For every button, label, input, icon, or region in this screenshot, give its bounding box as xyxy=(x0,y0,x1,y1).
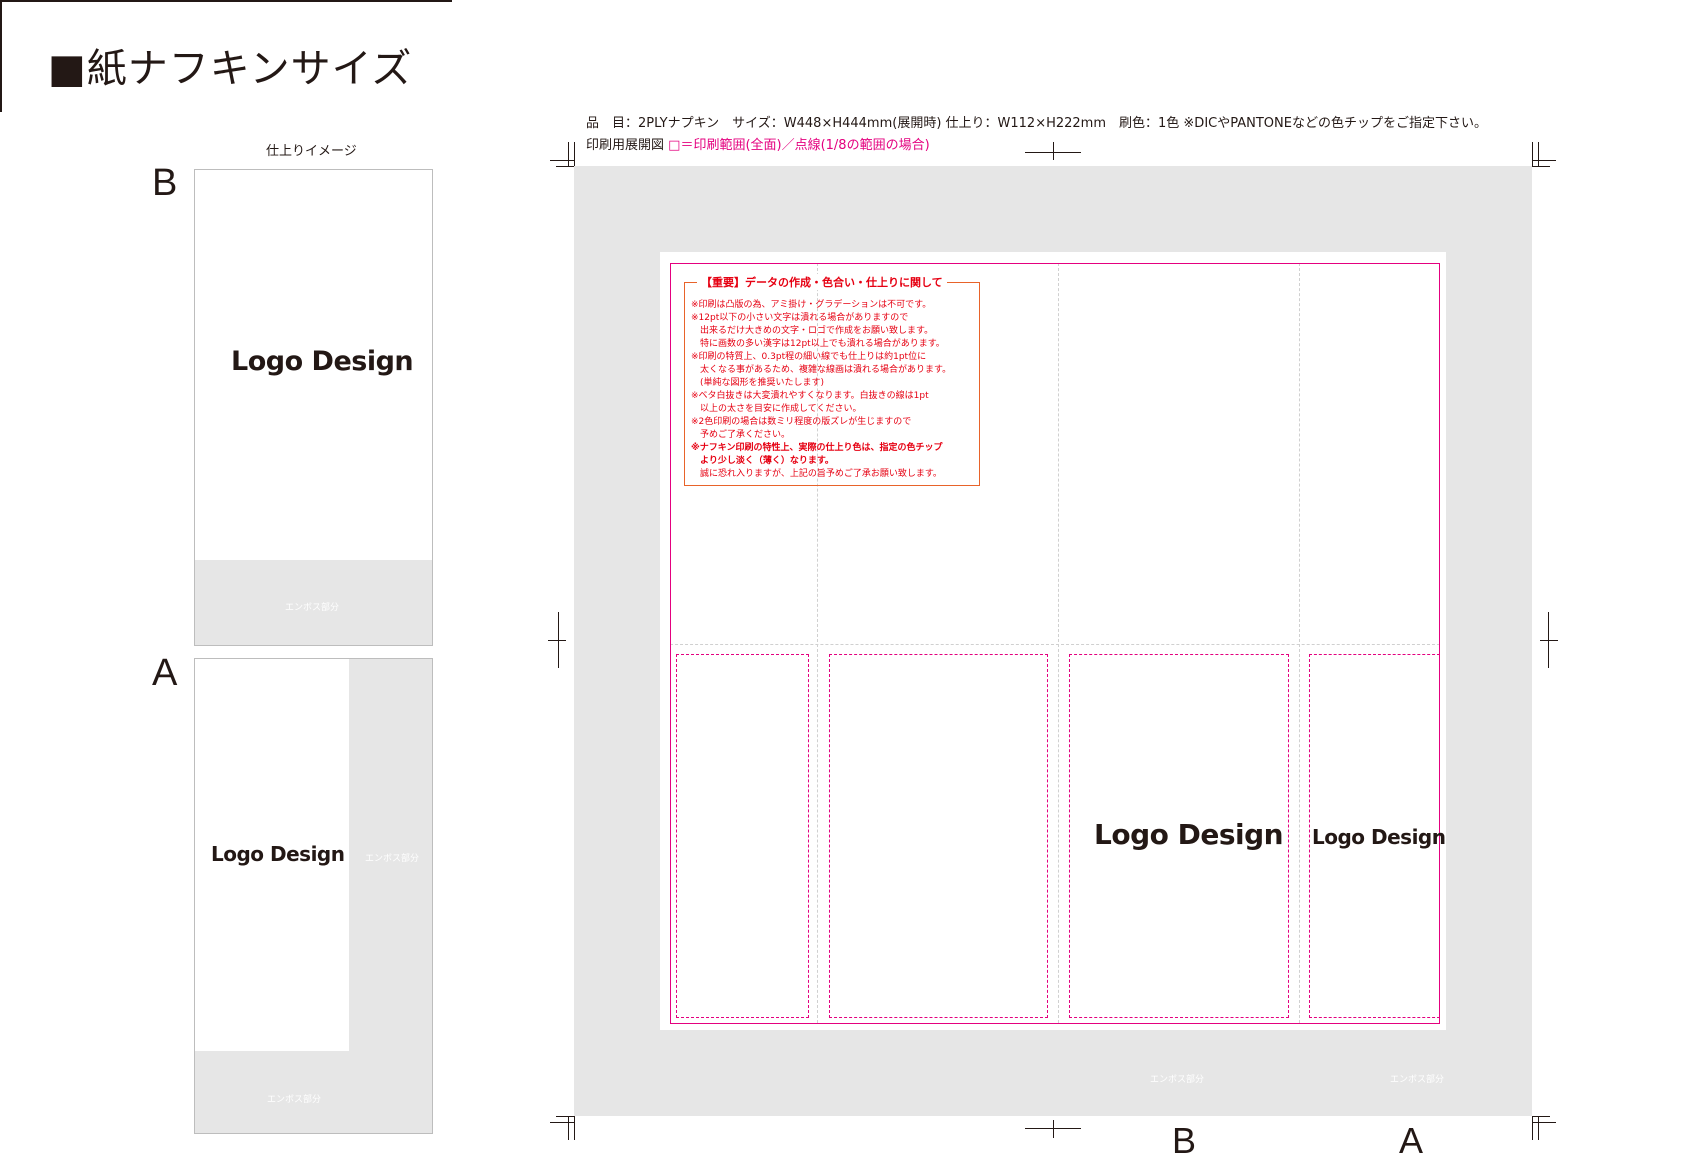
bottom-label-a: A xyxy=(1399,1120,1424,1161)
crop-mark xyxy=(1532,142,1533,166)
notice-line: (単純な図形を推奨いたします) xyxy=(691,378,825,388)
notice-line: ※ナフキン印刷の特性上、実際の仕上り色は、指定の色チップ xyxy=(691,443,943,453)
emboss-label: エンボス部分 xyxy=(365,854,420,864)
crop-mark xyxy=(568,142,569,166)
notice-line: 太くなる事があるため、複雑な線画は潰れる場合があります。 xyxy=(691,365,952,375)
spec-line: 品 目：2PLYナプキン サイズ：W448×H444mm(展開時) 仕上り：W1… xyxy=(586,116,1487,131)
crop-mark xyxy=(550,1122,574,1123)
crop-mark xyxy=(1532,160,1556,161)
crop-mark xyxy=(1540,640,1558,641)
crop-mark xyxy=(556,166,574,167)
crop-mark xyxy=(558,612,559,668)
header-vertical-rule xyxy=(0,0,2,112)
crop-mark xyxy=(550,160,574,161)
legend-line: 印刷用展開図 □＝印刷範囲(全面)／点線(1/8の範囲の場合) xyxy=(586,134,930,153)
crop-mark xyxy=(1548,612,1549,668)
preview-panel-b: エンボス部分 Logo Design xyxy=(194,169,433,646)
notice-body: ※印刷は凸版の為、アミ掛け・グラデーションは不可です。 ※12pt以下の小さい文… xyxy=(691,299,975,481)
crop-mark xyxy=(1538,142,1539,166)
notice-line: ※ベタ白抜きは大変潰れやすくなります。白抜きの線は1pt xyxy=(691,391,929,401)
preview-label-a: A xyxy=(152,652,178,694)
bottom-label-b: B xyxy=(1172,1120,1197,1161)
crop-mark xyxy=(574,1116,575,1140)
preview-label-b: B xyxy=(152,162,178,204)
legend-prefix: 印刷用展開図 xyxy=(586,138,665,153)
notice-line: ※2色印刷の場合は数ミリ程度の版ズレが生じますので xyxy=(691,417,912,427)
emboss-label: エンボス部分 xyxy=(285,603,340,613)
notice-box: 【重要】データの作成・色合い・仕上りに関して ※印刷は凸版の為、アミ掛け・グラデ… xyxy=(684,274,980,486)
crop-mark xyxy=(1532,1116,1533,1140)
crop-mark xyxy=(556,1116,574,1117)
preview-caption: 仕上りイメージ xyxy=(266,144,357,159)
crop-mark xyxy=(568,1116,569,1140)
preview-panel-a: Logo Design エンボス部分 エンボス部分 xyxy=(194,658,433,1134)
notice-title: 【重要】データの作成・色合い・仕上りに関して xyxy=(697,274,947,290)
notice-line: ※12pt以下の小さい文字は潰れる場合がありますので xyxy=(691,313,909,323)
crop-mark xyxy=(1538,1116,1539,1140)
logo-design: Logo Design xyxy=(231,346,414,377)
notice-line: 出来るだけ大きめの文字・ロゴで作成をお願い致します。 xyxy=(691,326,934,336)
header-rule xyxy=(0,0,452,2)
print-area-eighth xyxy=(676,654,809,1018)
notice-line: より少し淡く（薄く）なります。 xyxy=(691,456,834,466)
crop-mark xyxy=(574,142,575,166)
emboss-label: エンボス部分 xyxy=(267,1095,322,1105)
notice-line: 誠に恐れ入りますが、上記の旨予めご了承お願い致します。 xyxy=(691,469,942,479)
crop-mark xyxy=(1532,166,1550,167)
legend-magenta: □＝印刷範囲(全面)／点線(1/8の範囲の場合) xyxy=(668,138,930,153)
crop-mark xyxy=(1532,1116,1550,1117)
logo-design: Logo Design xyxy=(211,842,345,866)
emboss-label: エンボス部分 xyxy=(1390,1075,1445,1085)
notice-line: ※印刷は凸版の為、アミ掛け・グラデーションは不可です。 xyxy=(691,300,932,310)
notice-line: 予めご了承ください。 xyxy=(691,430,791,440)
emboss-label: エンボス部分 xyxy=(1150,1075,1205,1085)
crop-mark xyxy=(1532,1122,1556,1123)
print-area-eighth xyxy=(829,654,1048,1018)
notice-line: 以上の太さを目安に作成してください。 xyxy=(691,404,862,414)
notice-line: ※印刷の特質上、0.3pt程の細い線でも仕上りは約1pt位に xyxy=(691,352,927,362)
crop-mark xyxy=(548,640,566,641)
page-title: ■紙ナフキンサイズ xyxy=(48,46,413,92)
logo-design: Logo Design xyxy=(1312,825,1446,849)
crop-mark xyxy=(1053,1120,1054,1138)
crop-mark xyxy=(1053,142,1054,160)
logo-design: Logo Design xyxy=(1094,818,1284,851)
notice-line: 特に画数の多い漢字は12pt以上でも潰れる場合があります。 xyxy=(691,339,945,349)
